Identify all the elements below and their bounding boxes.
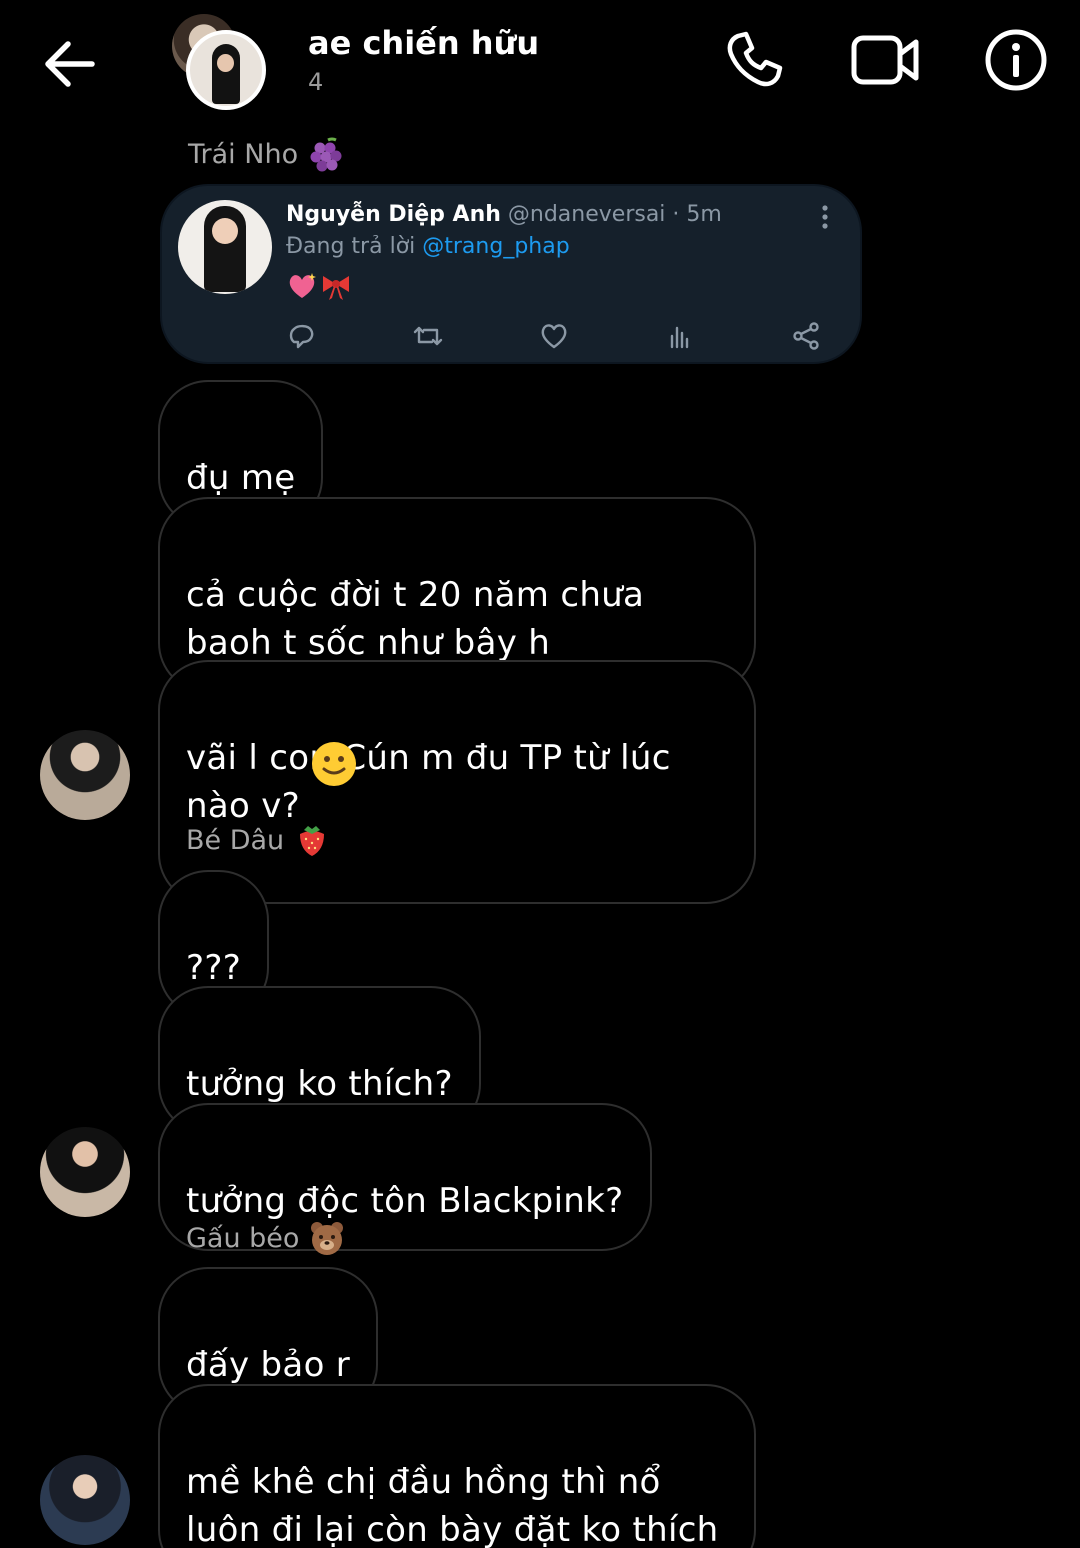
back-button[interactable] (40, 36, 100, 92)
ribbon-emoji-icon (323, 276, 349, 300)
sender-label: Trái Nho (188, 136, 344, 172)
views-chart-icon[interactable] (664, 320, 696, 352)
audio-call-button[interactable] (722, 28, 786, 92)
message-text: ??? (186, 948, 242, 988)
message-bubble[interactable]: mề khê chị đầu hồng thì nổ luôn đi lại c… (158, 1384, 756, 1548)
member-avatar[interactable] (40, 1455, 130, 1545)
strawberry-emoji-icon (300, 826, 325, 856)
member-avatar[interactable] (40, 730, 130, 820)
reply-icon[interactable] (286, 320, 318, 352)
message-text: đấy bảo r (186, 1345, 351, 1385)
like-heart-icon[interactable] (538, 320, 570, 352)
video-call-button[interactable] (850, 28, 919, 92)
tweet-more-icon[interactable] (818, 204, 832, 230)
message-text: tưởng độc tôn Blackpink? (186, 1181, 624, 1221)
info-button[interactable] (984, 28, 1048, 92)
sender-name: Gấu béo (186, 1222, 300, 1254)
message-text: mề khê chị đầu hồng thì nổ luôn đi lại c… (186, 1462, 719, 1548)
grapes-emoji-icon (310, 137, 342, 172)
message-text: vãi l con Cún m đu TP từ lúc nào v? (186, 738, 671, 826)
bear-face-emoji-icon (311, 1222, 344, 1255)
tweet-author-name[interactable]: Nguyễn Diệp Anh (286, 202, 501, 227)
tweet-author-handle: @ndaneversai · 5m (507, 202, 722, 227)
group-avatar[interactable] (172, 14, 272, 114)
message-bubble[interactable]: vãi l con Cún m đu TP từ lúc nào v? (158, 660, 756, 904)
message-text: cả cuộc đời t 20 năm chưa baoh t sốc như… (186, 575, 645, 663)
member-avatar[interactable] (40, 1127, 130, 1217)
retweet-icon[interactable] (412, 320, 444, 352)
group-avatar-front (186, 30, 266, 110)
info-icon (985, 29, 1047, 91)
tweet-header: Nguyễn Diệp Anh @ndaneversai · 5m (286, 202, 722, 227)
group-title[interactable]: ae chiến hữu (308, 24, 539, 62)
slightly-smiling-face-emoji-icon (312, 742, 356, 786)
member-count: 4 (308, 68, 324, 96)
chat-header: ae chiến hữu 4 (0, 0, 1080, 120)
shared-tweet-card[interactable]: Nguyễn Diệp Anh @ndaneversai · 5m Đang t… (160, 184, 862, 364)
sender-label: Bé Dâu (186, 822, 330, 858)
sender-label: Gấu béo (186, 1220, 345, 1256)
sparkling-heart-emoji-icon (289, 273, 316, 298)
video-camera-icon (851, 35, 919, 85)
tweet-reply-line: Đang trả lời @trang_phap (286, 234, 570, 259)
sender-name: Bé Dâu (186, 824, 285, 856)
tweet-action-bar (286, 320, 834, 352)
tweet-mention-link[interactable]: @trang_phap (422, 234, 569, 259)
tweet-reply-prefix: Đang trả lời (286, 234, 416, 259)
tweet-body (286, 270, 352, 302)
sender-name: Trái Nho (188, 138, 299, 170)
back-arrow-icon (45, 41, 95, 87)
message-text: tưởng ko thích? (186, 1064, 453, 1104)
phone-icon (727, 31, 783, 87)
share-icon[interactable] (790, 320, 822, 352)
tweet-author-avatar[interactable] (178, 200, 272, 294)
message-text: đụ mẹ (186, 458, 296, 498)
